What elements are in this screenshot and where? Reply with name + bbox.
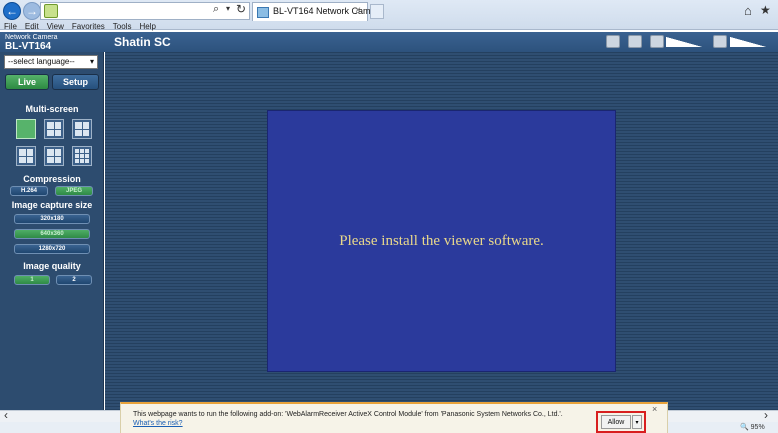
language-select[interactable]: --select language-- ▾: [4, 55, 98, 69]
home-icon[interactable]: ⌂: [744, 3, 752, 18]
back-arrow-icon: ←: [6, 4, 18, 18]
forward-arrow-icon: →: [26, 4, 38, 18]
camera-header: Network Camera BL-VT164 Shatin SC: [0, 32, 778, 52]
menu-view[interactable]: View: [43, 22, 68, 32]
language-select-value: --select language--: [8, 57, 75, 66]
camera-page-icon: [257, 7, 269, 18]
camera-app: Network Camera BL-VT164 Shatin SC --sele…: [0, 32, 778, 410]
menu-file[interactable]: File: [0, 22, 21, 32]
speaker-volume-slider[interactable]: [666, 37, 702, 47]
notification-close-icon[interactable]: ×: [652, 404, 657, 414]
refresh-icon[interactable]: ↻: [236, 2, 246, 16]
address-dropdown-icon[interactable]: ▾: [226, 4, 230, 13]
menu-favorites[interactable]: Favorites: [68, 22, 109, 32]
video-display[interactable]: Please install the viewer software.: [267, 110, 616, 372]
favorites-star-icon[interactable]: ★: [760, 3, 771, 17]
image-quality-2-button[interactable]: 2: [56, 275, 92, 285]
quad-screen-layout-icon-2[interactable]: [72, 119, 92, 139]
tab-network-camera[interactable]: BL-VT164 Network Camera ×: [252, 2, 384, 21]
tab-title: BL-VT164 Network Camera: [273, 6, 384, 16]
chevron-down-icon: ▾: [89, 57, 94, 66]
scroll-left-icon[interactable]: ‹: [4, 408, 8, 422]
menu-help[interactable]: Help: [135, 22, 159, 32]
camera-model: BL-VT164: [5, 41, 52, 52]
compression-jpeg-button[interactable]: JPEG: [55, 186, 93, 196]
video-viewport: Please install the viewer software.: [105, 52, 778, 410]
live-button[interactable]: Live: [5, 74, 49, 90]
speaker-icon[interactable]: [650, 35, 664, 48]
setup-button[interactable]: Setup: [52, 74, 99, 90]
scroll-right-icon[interactable]: ›: [764, 408, 768, 422]
nine-screen-layout-icon[interactable]: [72, 146, 92, 166]
quad-screen-layout-icon-4[interactable]: [44, 146, 64, 166]
image-quality-1-button[interactable]: 1: [14, 275, 50, 285]
compression-label: Compression: [23, 174, 81, 184]
camera-title: Shatin SC: [114, 35, 171, 49]
control-sidebar: --select language-- ▾ Live Setup Multi-s…: [0, 52, 104, 410]
search-icon[interactable]: ⌕: [213, 3, 219, 16]
image-quality-label: Image quality: [23, 261, 81, 271]
allow-button[interactable]: Allow: [601, 415, 631, 429]
capture-size-1280-button[interactable]: 1280x720: [14, 244, 90, 254]
tab-close-icon[interactable]: ×: [355, 5, 361, 16]
capture-size-320-button[interactable]: 320x180: [14, 214, 90, 224]
multiscreen-label: Multi-screen: [25, 104, 79, 114]
install-viewer-message: Please install the viewer software.: [339, 232, 544, 249]
image-capture-size-label: Image capture size: [11, 200, 93, 210]
compression-h264-button[interactable]: H.264: [10, 186, 48, 196]
snapshot-camera-icon[interactable]: [628, 35, 642, 48]
forward-button[interactable]: →: [23, 2, 41, 20]
microphone-icon[interactable]: [713, 35, 727, 48]
addon-notification-bar: This webpage wants to run the following …: [120, 402, 668, 433]
quad-screen-layout-icon-3[interactable]: [16, 146, 36, 166]
menu-tools[interactable]: Tools: [109, 22, 136, 32]
allow-dropdown-icon[interactable]: ▾: [632, 415, 642, 429]
record-icon[interactable]: [606, 35, 620, 48]
allow-highlight-box: Allow ▾: [596, 411, 646, 433]
quad-screen-layout-icon-1[interactable]: [44, 119, 64, 139]
new-tab-button[interactable]: [370, 4, 384, 19]
menu-edit[interactable]: Edit: [21, 22, 43, 32]
addon-message: This webpage wants to run the following …: [133, 411, 563, 418]
page-favicon-icon: [44, 4, 58, 18]
back-button[interactable]: ←: [3, 2, 21, 20]
zoom-level[interactable]: 🔍 95%: [740, 423, 765, 431]
whats-the-risk-link[interactable]: What's the risk?: [133, 420, 183, 427]
brand-block: Network Camera BL-VT164: [5, 33, 58, 52]
microphone-volume-slider[interactable]: [730, 37, 766, 47]
menu-bar: File Edit View Favorites Tools Help: [0, 22, 160, 32]
capture-size-640-button[interactable]: 640x360: [14, 229, 90, 239]
single-screen-layout-icon[interactable]: [16, 119, 36, 139]
